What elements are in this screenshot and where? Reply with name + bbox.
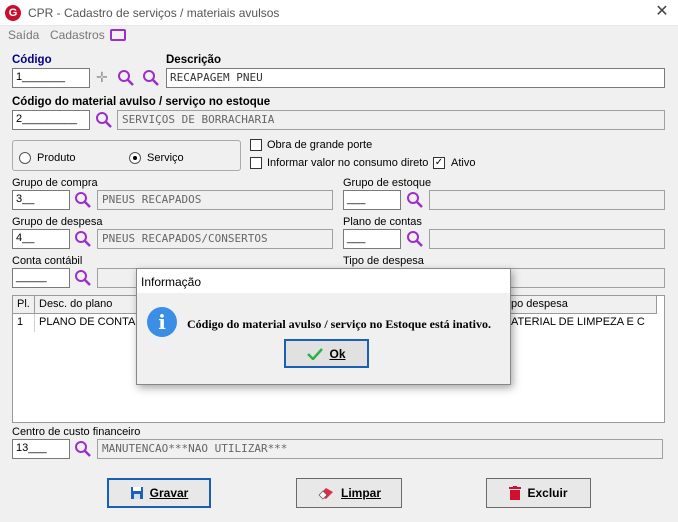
tipo-despesa-label: Tipo de despesa xyxy=(343,255,424,267)
gravar-button[interactable]: Gravar xyxy=(107,478,211,508)
monitor-icon[interactable] xyxy=(110,29,126,41)
trash-icon xyxy=(509,486,522,500)
centro-custo-description: MANUTENCAO***NAO UTILIZAR*** xyxy=(97,439,663,459)
title-bar: G CPR - Cadastro de serviços / materiais… xyxy=(0,0,678,26)
excluir-label: Excluir xyxy=(527,486,568,500)
grupo-compra-input[interactable]: 3__ xyxy=(12,190,70,210)
search-grupo-despesa-icon[interactable] xyxy=(74,230,92,248)
ativo-label: Ativo xyxy=(451,157,476,169)
ok-label: Ok xyxy=(329,346,346,361)
search-grupo-estoque-icon[interactable] xyxy=(406,191,424,209)
limpar-button[interactable]: Limpar xyxy=(296,478,402,508)
grupo-despesa-input[interactable]: 4__ xyxy=(12,229,70,249)
grupo-compra-description: PNEUS RECAPADOS xyxy=(97,190,333,210)
produto-label: Produto xyxy=(37,152,76,164)
codigo-label: Código xyxy=(12,54,52,66)
search-centro-custo-icon[interactable] xyxy=(74,440,92,458)
close-icon[interactable]: ✕ xyxy=(654,3,670,21)
excluir-button[interactable]: Excluir xyxy=(486,478,591,508)
search-grupo-compra-icon[interactable] xyxy=(74,191,92,209)
plano-contas-description xyxy=(429,229,665,249)
material-label: Código do material avulso / serviço no e… xyxy=(12,96,271,108)
grid-header-pl[interactable]: Pl. xyxy=(13,296,35,314)
menu-cadastros[interactable]: Cadastros xyxy=(50,28,105,42)
dialog-title: Informação xyxy=(137,269,510,293)
search-icon[interactable] xyxy=(117,69,135,87)
material-code-input[interactable]: 2_________ xyxy=(12,110,90,130)
radio-servico[interactable] xyxy=(129,152,141,164)
gravar-label: Gravar xyxy=(149,486,189,500)
codigo-input[interactable]: 1_______ xyxy=(12,68,90,88)
search-conta-contabil-icon[interactable] xyxy=(74,269,92,287)
tipo-group: Produto Serviço xyxy=(12,140,241,171)
centro-custo-input[interactable]: 13___ xyxy=(12,439,70,459)
servico-label: Serviço xyxy=(147,152,184,164)
material-description: SERVIÇOS DE BORRACHARIA xyxy=(117,110,665,130)
obra-checkbox[interactable] xyxy=(250,139,262,151)
dialog-message: Código do material avulso / serviço no E… xyxy=(187,317,492,331)
descricao-input[interactable]: RECAPAGEM PNEU xyxy=(166,68,665,88)
search-material-icon[interactable] xyxy=(95,111,113,129)
obra-label: Obra de grande porte xyxy=(267,139,373,151)
limpar-label: Limpar xyxy=(340,486,381,500)
menu-saida[interactable]: Saída xyxy=(8,28,39,42)
info-icon: i xyxy=(147,307,177,337)
conta-contabil-label: Conta contábil xyxy=(12,255,83,267)
ok-button[interactable]: Ok xyxy=(284,339,369,368)
plus-icon[interactable]: ✛ xyxy=(96,69,108,86)
conta-contabil-input[interactable]: _____ xyxy=(12,268,70,288)
grid-cell-desc: PLANO DE CONTAS xyxy=(35,314,145,332)
window-title: CPR - Cadastro de serviços / materiais a… xyxy=(28,6,280,20)
grid-cell-tipo: ATERIAL DE LIMPEZA E C xyxy=(511,316,645,328)
grid-header-tipo[interactable]: po despesa xyxy=(507,296,657,314)
plano-contas-input[interactable]: ___ xyxy=(343,229,401,249)
search-description-icon[interactable] xyxy=(142,69,160,87)
radio-produto[interactable] xyxy=(19,152,31,164)
grupo-compra-label: Grupo de compra xyxy=(12,177,98,189)
plano-contas-label: Plano de contas xyxy=(343,216,422,228)
eraser-icon xyxy=(318,488,333,500)
informar-label: Informar valor no consumo direto xyxy=(267,157,429,169)
grid-cell-pl: 1 xyxy=(13,314,35,332)
grupo-estoque-label: Grupo de estoque xyxy=(343,177,432,189)
check-icon xyxy=(307,347,324,360)
search-plano-contas-icon[interactable] xyxy=(406,230,424,248)
informar-checkbox[interactable] xyxy=(250,157,262,169)
app-logo-icon: G xyxy=(5,5,21,21)
descricao-label: Descrição xyxy=(166,54,221,66)
centro-custo-label: Centro de custo financeiro xyxy=(12,426,141,438)
info-dialog[interactable]: Informação i Código do material avulso /… xyxy=(136,268,511,385)
grid-header-desc[interactable]: Desc. do plano xyxy=(35,296,145,314)
ativo-checkbox[interactable]: ✓ xyxy=(433,157,445,169)
grupo-estoque-description xyxy=(429,190,665,210)
grupo-despesa-label: Grupo de despesa xyxy=(12,216,103,228)
save-icon xyxy=(130,487,143,499)
grupo-estoque-input[interactable]: ___ xyxy=(343,190,401,210)
grupo-despesa-description: PNEUS RECAPADOS/CONSERTOS xyxy=(97,229,333,249)
